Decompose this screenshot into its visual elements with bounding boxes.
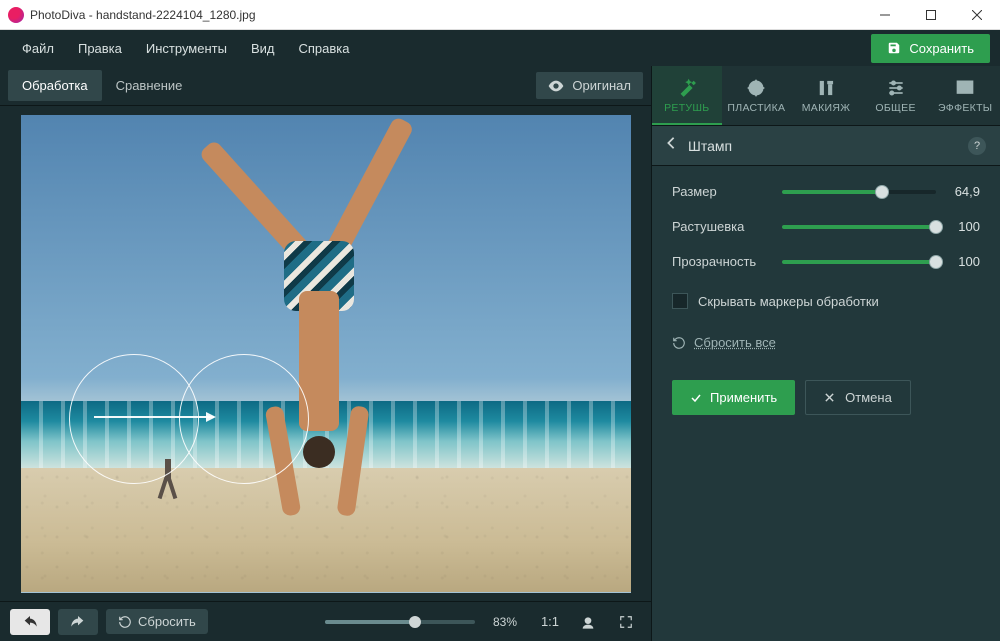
tab-retouch-label: РЕТУШЬ [664,102,709,114]
one-to-one-button[interactable]: 1:1 [535,607,565,637]
tab-effects[interactable]: ЭФФЕКТЫ [930,66,1000,125]
minimize-button[interactable] [862,0,908,29]
panel-body: Размер 64,9 Растушевка 100 Прозрачность … [652,166,1000,641]
hide-markers-row: Скрывать маркеры обработки [672,293,980,309]
cancel-label: Отмена [845,390,892,405]
fit-face-button[interactable] [573,607,603,637]
slider-size-row: Размер 64,9 [672,184,980,199]
back-button[interactable] [666,136,676,155]
fullscreen-button[interactable] [611,607,641,637]
slider-opacity-value: 100 [946,254,980,269]
zoom-value: 83% [493,615,517,629]
slider-opacity-row: Прозрачность 100 [672,254,980,269]
canvas-side: Обработка Сравнение Оригинал [0,66,652,641]
window-controls [862,0,1000,29]
menu-help[interactable]: Справка [286,35,361,62]
menu-file[interactable]: Файл [10,35,66,62]
maximize-button[interactable] [908,0,954,29]
close-icon [824,392,835,403]
menubar: Файл Правка Инструменты Вид Справка Сохр… [0,30,1000,66]
reset-all-label: Сбросить все [694,335,776,350]
image-icon [955,78,975,98]
circle-cross-icon [746,78,766,98]
refresh-icon [118,615,132,629]
tab-general-label: ОБЩЕЕ [875,102,915,114]
hide-markers-checkbox[interactable] [672,293,688,309]
right-panel: РЕТУШЬ ПЛАСТИКА МАКИЯЖ ОБЩЕЕ ЭФФЕКТЫ [652,66,1000,641]
menu-view[interactable]: Вид [239,35,287,62]
undo-button[interactable] [10,609,50,635]
slider-size-label: Размер [672,184,772,199]
menu-tools[interactable]: Инструменты [134,35,239,62]
canvas-area[interactable] [0,106,651,601]
tab-retouch[interactable]: РЕТУШЬ [652,66,722,125]
tab-plastic-label: ПЛАСТИКА [727,102,785,114]
tab-plastic[interactable]: ПЛАСТИКА [722,66,792,125]
slider-feather-label: Растушевка [672,219,772,234]
canvas-tabs: Обработка Сравнение Оригинал [0,66,651,106]
save-icon [887,41,901,55]
reset-bottom-button[interactable]: Сбросить [106,609,208,634]
save-button-label: Сохранить [909,41,974,56]
help-button[interactable]: ? [968,137,986,155]
slider-feather-value: 100 [946,219,980,234]
slider-feather-row: Растушевка 100 [672,219,980,234]
sliders-icon [886,78,906,98]
tab-makeup[interactable]: МАКИЯЖ [791,66,861,125]
cancel-button[interactable]: Отмена [805,380,911,415]
save-button[interactable]: Сохранить [871,34,990,63]
makeup-icon [816,78,836,98]
refresh-icon [672,336,686,350]
tool-tabs: РЕТУШЬ ПЛАСТИКА МАКИЯЖ ОБЩЕЕ ЭФФЕКТЫ [652,66,1000,126]
bottom-toolbar: Сбросить 83% 1:1 [0,601,651,641]
tab-edit[interactable]: Обработка [8,70,102,101]
clone-dest-marker[interactable] [179,354,309,484]
tab-general[interactable]: ОБЩЕЕ [861,66,931,125]
content: Обработка Сравнение Оригинал [0,66,1000,641]
check-icon [690,392,702,404]
close-button[interactable] [954,0,1000,29]
slider-size[interactable] [782,190,936,194]
action-row: Применить Отмена [672,380,980,415]
redo-button[interactable] [58,609,98,635]
apply-button[interactable]: Применить [672,380,795,415]
wand-icon [677,78,697,98]
tab-makeup-label: МАКИЯЖ [802,102,851,114]
tab-compare[interactable]: Сравнение [102,70,197,101]
app-window: PhotoDiva - handstand-2224104_1280.jpg Ф… [0,0,1000,641]
slider-opacity-label: Прозрачность [672,254,772,269]
panel-title: Штамп [688,138,956,154]
original-label: Оригинал [572,78,631,93]
original-toggle[interactable]: Оригинал [536,72,643,99]
apply-label: Применить [710,390,777,405]
slider-opacity[interactable] [782,260,936,264]
menu-edit[interactable]: Правка [66,35,134,62]
reset-all-link[interactable]: Сбросить все [672,335,980,350]
tab-effects-label: ЭФФЕКТЫ [938,102,992,114]
clone-arrow [94,416,214,418]
app-icon [8,7,24,23]
titlebar: PhotoDiva - handstand-2224104_1280.jpg [0,0,1000,30]
window-title: PhotoDiva - handstand-2224104_1280.jpg [30,8,862,22]
slider-feather[interactable] [782,225,936,229]
eye-icon [548,80,564,92]
panel-header: Штамп ? [652,126,1000,166]
zoom-slider[interactable] [325,620,475,624]
hide-markers-label: Скрывать маркеры обработки [698,294,879,309]
photo [21,115,631,593]
slider-size-value: 64,9 [946,184,980,199]
reset-bottom-label: Сбросить [138,614,196,629]
